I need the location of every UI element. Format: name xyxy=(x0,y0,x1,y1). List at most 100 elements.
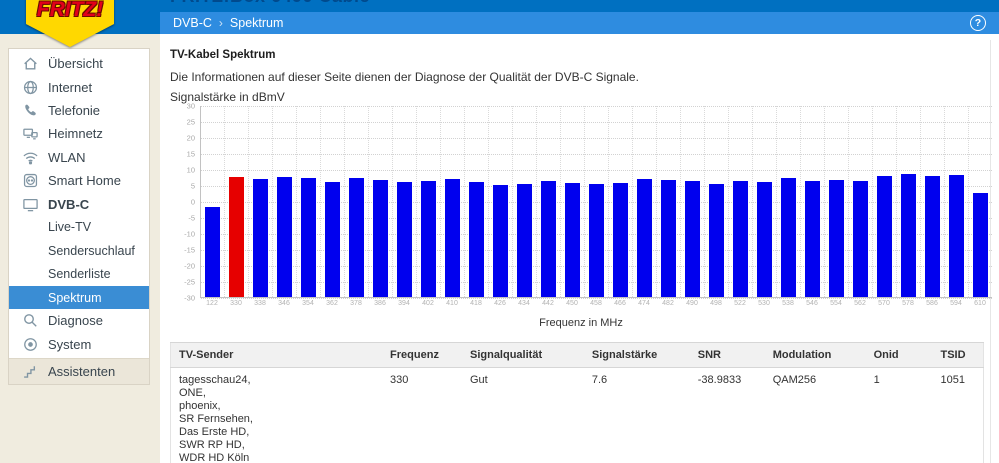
y-tick--25: -25 xyxy=(184,277,195,287)
x-tick-570: 570 xyxy=(878,300,890,307)
chart-y-axis: 30 25 20 15 10 5 0 -5 -10 -15 -20 -25 -30 xyxy=(170,102,200,303)
x-tick-410: 410 xyxy=(446,300,458,307)
bar-386 xyxy=(373,179,388,297)
cell-modulation: QAM256 xyxy=(772,374,817,386)
bar-610 xyxy=(973,193,988,297)
sidebar-item-label: WLAN xyxy=(48,149,86,165)
sidebar-item-sendersuchlauf[interactable]: Sendersuchlauf xyxy=(9,239,149,262)
x-tick-482: 482 xyxy=(662,300,674,307)
sidebar: Übersicht Internet Telefonie Heimnetz WLAN Sm… xyxy=(8,48,150,386)
phone-icon xyxy=(22,102,39,119)
x-tick-434: 434 xyxy=(518,300,530,307)
y-tick-10: 10 xyxy=(186,165,195,175)
col-header-signalqualit-t: Signalqualität xyxy=(461,342,584,368)
x-tick-610: 610 xyxy=(974,300,986,307)
cell-onid: 1 xyxy=(873,374,880,386)
sidebar-item-label: Assistenten xyxy=(48,364,116,380)
table-header-row: TV-Sender Frequenz Signalqualität Signalstä… xyxy=(170,342,984,368)
sidebar-item-telefonie[interactable]: Telefonie xyxy=(9,99,149,122)
channel-table: TV-Sender Frequenz Signalqualität Signalstä… xyxy=(170,342,984,463)
chart-x-axis: 122 330 338 346 354 362 378 386 394 402 410 418 426 4… xyxy=(200,298,992,307)
bar-450 xyxy=(565,183,580,297)
h-gridline xyxy=(201,298,992,299)
x-tick-386: 386 xyxy=(374,300,386,307)
sidebar-item-dvb-c[interactable]: DVB-C xyxy=(9,192,149,215)
bar-slot-458 xyxy=(584,106,608,297)
sidebar-item-label: Senderliste xyxy=(48,267,111,282)
x-tick-546: 546 xyxy=(806,300,818,307)
x-tick-346: 346 xyxy=(278,300,290,307)
sidebar-item-assistenten[interactable]: Assistenten xyxy=(9,358,149,385)
sidebar-item-diagnose[interactable]: Diagnose xyxy=(9,309,149,332)
bar-slot-418 xyxy=(464,106,488,297)
x-tick-450: 450 xyxy=(566,300,578,307)
sidebar-item-label: DVB-C xyxy=(48,196,90,212)
col-header-tsid: TSID xyxy=(932,342,984,368)
breadcrumb-section[interactable]: DVB-C xyxy=(173,16,212,30)
col-header-signalst-rke: Signalstärke xyxy=(583,342,690,368)
sidebar-item-label: Live-TV xyxy=(48,220,92,235)
x-tick-474: 474 xyxy=(638,300,650,307)
main-content: TV-Kabel Spektrum Die Informationen auf … xyxy=(160,34,999,463)
table-row: tagesschau24, ONE, phoenix, SR Fernsehen… xyxy=(171,368,984,463)
x-tick-586: 586 xyxy=(926,300,938,307)
steps-icon xyxy=(22,363,39,380)
x-tick-538: 538 xyxy=(782,300,794,307)
sidebar-item-system[interactable]: System xyxy=(9,333,149,356)
chart-x-axis-title: Frequenz in MHz xyxy=(539,317,623,329)
sidebar-item-label: Spektrum xyxy=(48,290,102,305)
bar-slot-546 xyxy=(800,106,824,297)
y-tick-0: 0 xyxy=(190,197,195,207)
bar-slots xyxy=(201,106,992,297)
bar-562 xyxy=(853,180,868,297)
sidebar-item--bersicht[interactable]: Übersicht xyxy=(9,52,149,75)
breadcrumb: DVB-C › Spektrum xyxy=(173,16,283,30)
fritz-logo[interactable]: FRITZ! xyxy=(26,0,114,47)
y-tick--5: -5 xyxy=(188,213,195,223)
sidebar-item-senderliste[interactable]: Senderliste xyxy=(9,263,149,286)
bar-slot-538 xyxy=(776,106,800,297)
bar-546 xyxy=(805,180,820,297)
y-tick--20: -20 xyxy=(184,261,195,271)
bar-378 xyxy=(349,177,364,297)
bar-slot-594 xyxy=(944,106,968,297)
bar-slot-386 xyxy=(368,106,392,297)
bar-586 xyxy=(925,176,940,297)
breadcrumb-bar: DVB-C › Spektrum ? xyxy=(160,12,999,34)
y-tick--30: -30 xyxy=(184,293,195,303)
bar-434 xyxy=(517,184,532,297)
sidebar-item-wlan[interactable]: WLAN xyxy=(9,146,149,169)
bar-slot-426 xyxy=(488,106,512,297)
bar-slot-562 xyxy=(848,106,872,297)
y-tick-5: 5 xyxy=(190,181,195,191)
x-tick-578: 578 xyxy=(902,300,914,307)
col-header-snr: SNR xyxy=(689,342,765,368)
bar-slot-570 xyxy=(872,106,896,297)
outlet-icon xyxy=(22,172,39,189)
top-header-bar: FRITZ!Box 6490 Cable DVB-C › Spektrum ? xyxy=(0,0,999,34)
bar-slot-354 xyxy=(296,106,320,297)
sidebar-item-heimnetz[interactable]: Heimnetz xyxy=(9,122,149,145)
x-tick-530: 530 xyxy=(758,300,770,307)
sidebar-item-label: Diagnose xyxy=(48,313,103,329)
bar-498 xyxy=(709,183,724,297)
bar-418 xyxy=(469,182,484,297)
bar-slot-402 xyxy=(416,106,440,297)
y-tick--15: -15 xyxy=(184,245,195,255)
help-icon[interactable]: ? xyxy=(970,15,986,31)
sidebar-item-live-tv[interactable]: Live-TV xyxy=(9,216,149,239)
y-tick-25: 25 xyxy=(186,117,195,127)
bar-458 xyxy=(589,184,604,297)
bar-362 xyxy=(325,181,340,297)
bar-slot-554 xyxy=(824,106,848,297)
bar-slot-490 xyxy=(680,106,704,297)
bar-410 xyxy=(445,178,460,297)
bar-466 xyxy=(613,183,628,297)
sidebar-item-spektrum[interactable]: Spektrum xyxy=(9,285,149,310)
sidebar-item-label: Heimnetz xyxy=(48,126,103,142)
bar-482 xyxy=(661,179,676,297)
bar-474 xyxy=(637,178,652,297)
sidebar-item-smart-home[interactable]: Smart Home xyxy=(9,169,149,192)
magnifier-icon xyxy=(22,312,39,329)
sidebar-item-internet[interactable]: Internet xyxy=(9,75,149,98)
